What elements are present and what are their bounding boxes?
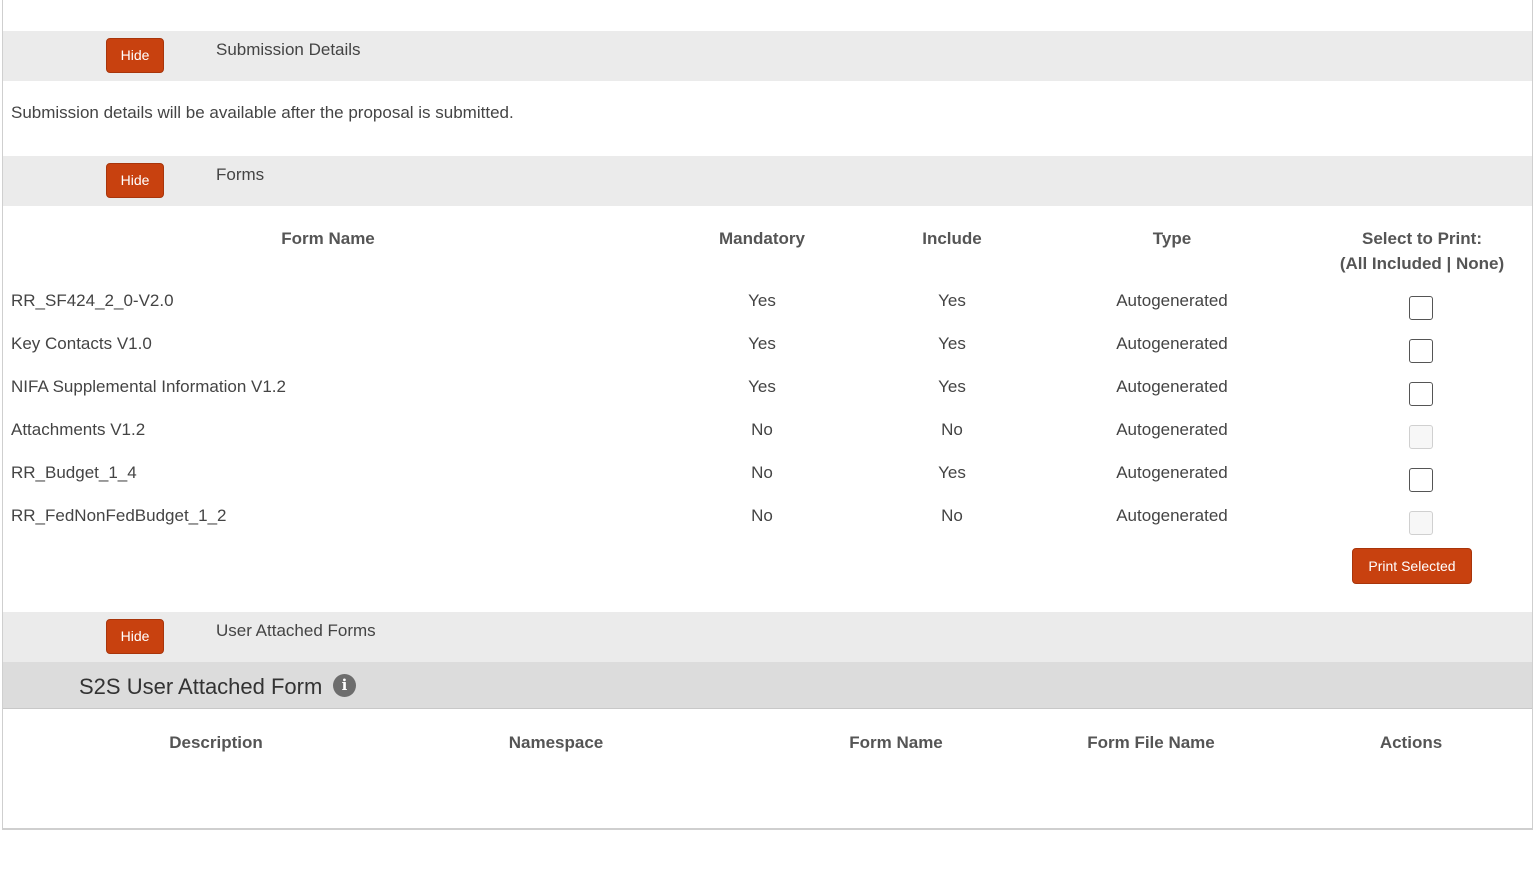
submission-details-header: Hide Submission Details [3,31,1532,81]
mandatory-cell: No [751,463,773,482]
include-cell: Yes [938,377,966,396]
print-select-checkbox [1409,511,1433,535]
column-header-mandatory: Mandatory [719,229,805,248]
column-header-namespace: Namespace [508,733,604,752]
print-select-checkbox [1409,425,1433,449]
section-title-forms: Forms [216,165,265,184]
section-title-user-attached-forms: User Attached Forms [216,621,376,640]
type-cell: Autogenerated [1116,420,1228,439]
mandatory-cell: No [751,506,773,525]
mandatory-cell: Yes [748,291,776,310]
column-header-description: Description [169,733,263,752]
form-name-cell: RR_SF424_2_0-V2.0 [11,291,174,310]
type-cell: Autogenerated [1116,506,1228,525]
form-name-cell: Attachments V1.2 [11,420,146,439]
type-cell: Autogenerated [1116,291,1228,310]
column-header-include: Include [922,229,982,248]
include-cell: Yes [938,291,966,310]
print-select-checkbox[interactable] [1409,468,1433,492]
include-cell: No [941,420,963,439]
hide-forms-button[interactable]: Hide [106,163,164,198]
hide-user-attached-forms-button[interactable]: Hide [106,619,164,654]
print-select-checkbox[interactable] [1409,296,1433,320]
forms-header: Hide Forms [3,156,1532,206]
proposal-forms-panel: Hide Submission Details Submission detai… [2,0,1533,830]
submission-details-message: Submission details will be available aft… [11,103,514,122]
print-select-checkbox[interactable] [1409,382,1433,406]
column-header-form-name-attached: Form Name [849,733,943,752]
column-header-select-to-print: Select to Print: [1362,229,1482,248]
user-attached-forms-header: Hide User Attached Forms [3,612,1532,662]
column-header-actions: Actions [1379,733,1443,752]
type-cell: Autogenerated [1116,463,1228,482]
mandatory-cell: Yes [748,377,776,396]
hide-submission-details-button[interactable]: Hide [106,38,164,73]
column-header-form-name: Form Name [281,229,375,248]
include-cell: No [941,506,963,525]
column-header-form-file-name: Form File Name [1087,733,1215,752]
s2s-user-attached-form-header: S2S User Attached Form i [3,662,1532,709]
form-name-cell: Key Contacts V1.0 [11,334,152,353]
print-selected-button[interactable]: Print Selected [1352,548,1472,584]
s2s-user-attached-form-title: S2S User Attached Form [79,674,323,699]
type-cell: Autogenerated [1116,377,1228,396]
print-select-checkbox[interactable] [1409,339,1433,363]
form-name-cell: RR_Budget_1_4 [11,463,137,482]
include-cell: Yes [938,334,966,353]
mandatory-cell: Yes [748,334,776,353]
column-header-type: Type [1152,229,1192,248]
form-name-cell: NIFA Supplemental Information V1.2 [11,377,286,396]
include-cell: Yes [938,463,966,482]
select-all-none-links[interactable]: (All Included | None) [1312,254,1532,274]
mandatory-cell: No [751,420,773,439]
info-icon[interactable]: i [333,674,356,697]
section-title-submission-details: Submission Details [216,40,361,59]
type-cell: Autogenerated [1116,334,1228,353]
form-name-cell: RR_FedNonFedBudget_1_2 [11,506,227,525]
